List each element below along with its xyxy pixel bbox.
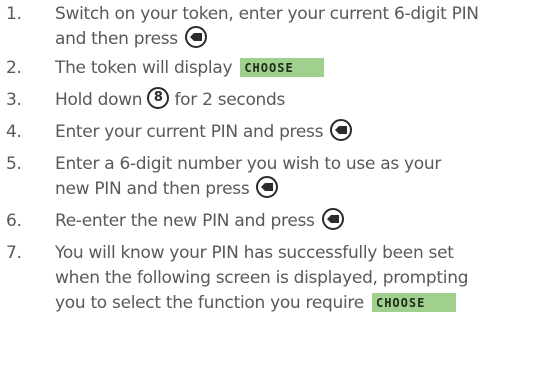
step-text: You will know your PIN has successfully … [55, 241, 552, 316]
step-text-segment: Enter your current PIN and press [55, 122, 324, 142]
step-number: 6. [6, 211, 22, 231]
step-text-line: Switch on your token, enter your current… [55, 4, 479, 24]
step-text: Re-enter the new PIN and press [55, 208, 552, 234]
step-text-segment: you to select the function you require [55, 293, 364, 313]
token-display-choose: CHOOSE [240, 57, 325, 77]
step-number: 2. [6, 58, 22, 78]
step-number: 4. [6, 122, 22, 142]
step-text-segment: Re-enter the new PIN and press [55, 211, 315, 231]
step-text-segment: The token will display [55, 58, 233, 78]
step-text-segment: new PIN and then press [55, 179, 250, 199]
step-text-line: Enter your current PIN and press [55, 119, 552, 145]
step-text-line: and then press [55, 26, 552, 52]
enter-key-icon [330, 119, 353, 141]
enter-key-icon [256, 176, 279, 198]
step-text: Hold down 8 for 2 seconds [55, 87, 552, 113]
step-text: Enter a 6-digit number you wish to use a… [55, 152, 552, 202]
step-number: 5. [6, 154, 22, 174]
step-text-segment: for 2 seconds [174, 90, 286, 110]
step-text: Enter your current PIN and press [55, 119, 552, 145]
step-text-segment: and then press [55, 29, 178, 49]
digit-8-key-icon: 8 [147, 87, 170, 109]
step-text-line: when the following screen is displayed, … [55, 268, 469, 288]
step-text-line: You will know your PIN has successfully … [55, 243, 454, 263]
token-display-choose: CHOOSE [371, 292, 456, 312]
enter-key-icon [184, 26, 207, 48]
enter-key-icon [321, 208, 344, 230]
step-number: 3. [6, 90, 22, 110]
step-number: 1. [6, 4, 22, 24]
step-text-line: new PIN and then press [55, 176, 552, 202]
step-number: 7. [6, 243, 22, 263]
step-text-line: Hold down 8 for 2 seconds [55, 87, 552, 113]
step-text-segment: Hold down [55, 90, 143, 110]
step-text: Switch on your token, enter your current… [55, 2, 552, 52]
step-text-line: The token will display CHOOSE [55, 56, 552, 81]
step-text-line: you to select the function you require C… [55, 291, 552, 316]
step-text: The token will display CHOOSE [55, 56, 552, 81]
step-text-line: Enter a 6-digit number you wish to use a… [55, 154, 442, 174]
step-text-line: Re-enter the new PIN and press [55, 208, 552, 234]
